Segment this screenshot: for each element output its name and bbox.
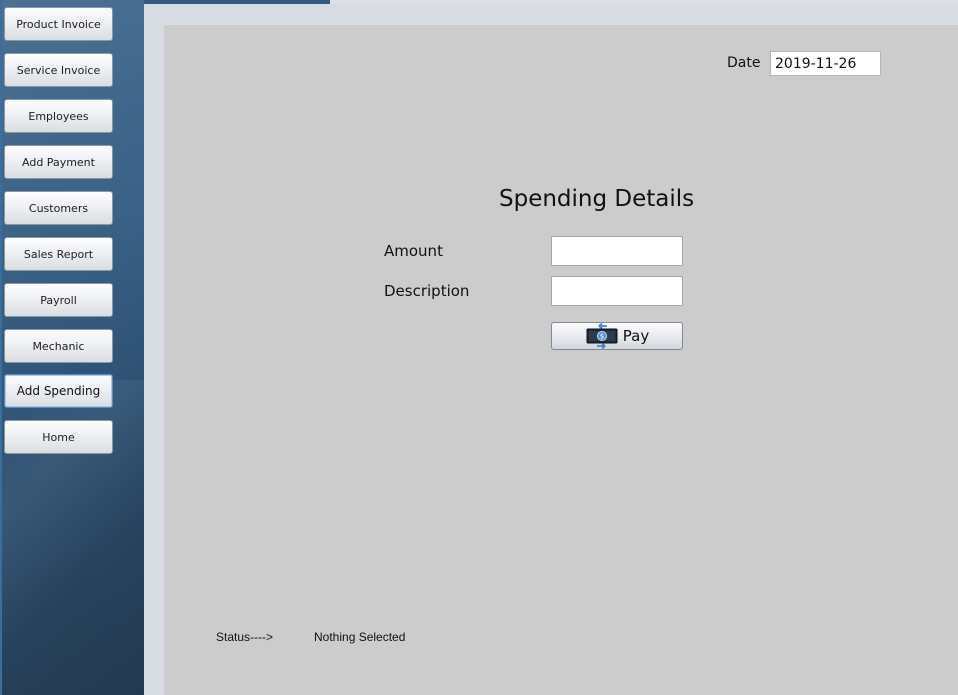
sidebar-item-label: Add Spending (16, 384, 101, 398)
date-field[interactable]: 2019-11-26 (770, 51, 881, 76)
sidebar-item-label: Sales Report (23, 247, 94, 261)
sidebar-item-add-payment[interactable]: Add Payment (4, 145, 113, 179)
content-panel (164, 25, 958, 695)
description-label: Description (384, 282, 470, 300)
sidebar-item-label: Employees (28, 109, 89, 123)
sidebar-item-home[interactable]: Home (4, 420, 113, 454)
date-label: Date (727, 55, 761, 71)
sidebar-item-add-spending[interactable]: Add Spending (4, 374, 113, 408)
description-input[interactable] (551, 276, 683, 306)
sidebar-item-label: Customers (28, 201, 89, 215)
sidebar-item-employees[interactable]: Employees (4, 99, 113, 133)
pay-button[interactable]: $ Pay (551, 322, 683, 350)
status-value: Nothing Selected (314, 630, 406, 644)
money-transfer-icon: $ (586, 322, 618, 350)
sidebar-item-label: Payroll (40, 293, 77, 307)
sidebar-item-customers[interactable]: Customers (4, 191, 113, 225)
sidebar-item-label: Service Invoice (16, 63, 101, 77)
sidebar-item-label: Home (42, 430, 75, 444)
sidebar-item-payroll[interactable]: Payroll (4, 283, 113, 317)
sidebar: Product Invoice Service Invoice Employee… (0, 0, 144, 695)
sidebar-item-service-invoice[interactable]: Service Invoice (4, 53, 113, 87)
pay-button-label: Pay (622, 327, 650, 345)
svg-text:$: $ (600, 333, 604, 341)
amount-input[interactable] (551, 236, 683, 266)
status-label: Status----> (216, 630, 274, 644)
sidebar-item-mechanic[interactable]: Mechanic (4, 329, 113, 363)
sidebar-item-label: Product Invoice (16, 17, 101, 31)
sidebar-item-label: Add Payment (22, 155, 95, 169)
sidebar-item-sales-report[interactable]: Sales Report (4, 237, 113, 271)
sidebar-edge (0, 0, 2, 695)
page-title: Spending Details (499, 186, 695, 212)
sidebar-item-product-invoice[interactable]: Product Invoice (4, 7, 113, 41)
amount-label: Amount (384, 242, 443, 260)
sidebar-item-label: Mechanic (32, 339, 85, 353)
